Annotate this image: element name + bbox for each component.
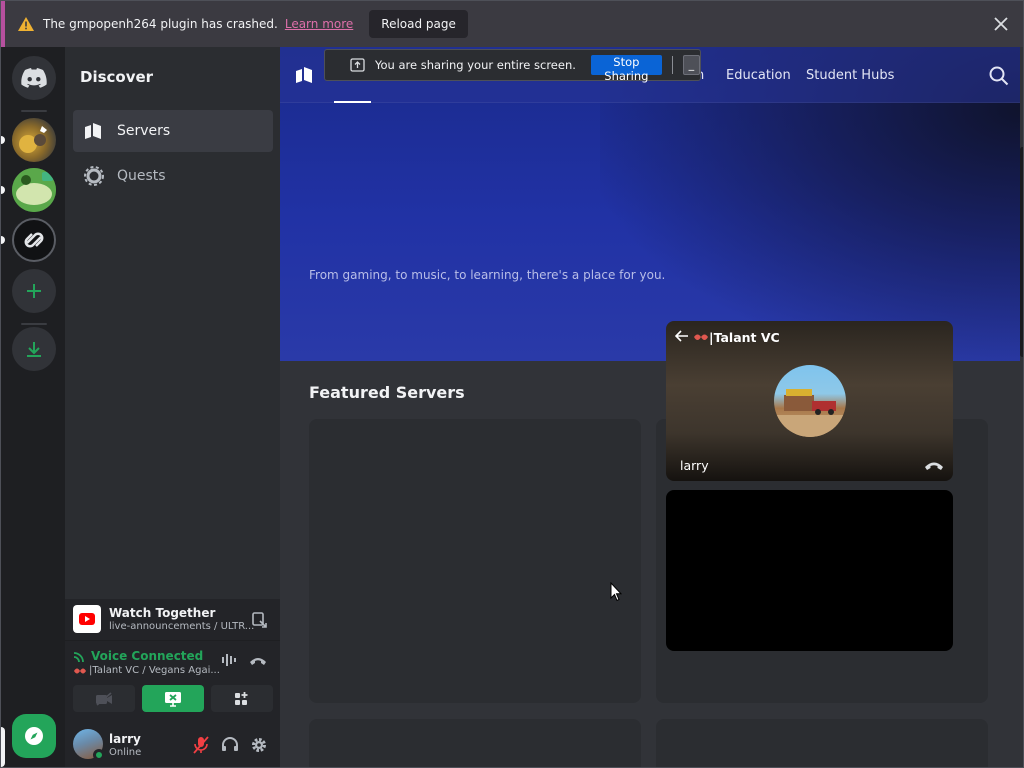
pip-channel-name: |Talant VC bbox=[709, 330, 780, 345]
voice-channel-name[interactable]: |Talant VC / Vegans Agai... bbox=[89, 665, 220, 676]
unread-indicator bbox=[1, 236, 5, 244]
channel-emoji-icon bbox=[693, 332, 709, 343]
download-apps-icon[interactable] bbox=[12, 327, 56, 371]
youtube-icon bbox=[73, 605, 101, 633]
sidebar-item-servers[interactable]: Servers bbox=[73, 110, 273, 152]
learn-more-link[interactable]: Learn more bbox=[285, 17, 353, 31]
screen-share-bar: You are sharing your entire screen. Stop… bbox=[324, 49, 701, 83]
active-tab-underline bbox=[334, 101, 371, 103]
voice-call-popout[interactable]: |Talant VC larry bbox=[666, 321, 953, 481]
search-icon[interactable] bbox=[989, 66, 1009, 86]
channel-emoji-icon bbox=[73, 666, 87, 676]
voice-connected-status[interactable]: Voice Connected bbox=[91, 649, 203, 663]
rail-separator bbox=[21, 323, 47, 325]
activities-button[interactable] bbox=[211, 685, 273, 712]
headphones-icon[interactable] bbox=[221, 736, 239, 752]
hero-subtitle: From gaming, to music, to learning, ther… bbox=[309, 268, 666, 282]
close-icon[interactable] bbox=[991, 14, 1011, 34]
servers-icon bbox=[295, 66, 315, 84]
user-status-text: Online bbox=[109, 747, 142, 758]
sharing-message: You are sharing your entire screen. bbox=[375, 58, 576, 72]
activity-title: Watch Together bbox=[109, 606, 216, 620]
server-avatar-1[interactable] bbox=[12, 118, 56, 162]
discover-compass-icon[interactable] bbox=[12, 714, 56, 758]
server-card[interactable] bbox=[656, 719, 988, 767]
gear-icon[interactable] bbox=[250, 736, 268, 754]
crash-message: The gmpopenh264 plugin has crashed. bbox=[43, 17, 278, 31]
back-arrow-icon[interactable] bbox=[675, 330, 689, 342]
unread-indicator bbox=[1, 136, 5, 144]
stop-sharing-button[interactable]: Stop Sharing bbox=[590, 55, 662, 83]
quests-icon bbox=[83, 165, 105, 187]
server-rail bbox=[1, 47, 65, 767]
disconnect-icon[interactable] bbox=[249, 656, 267, 666]
reload-page-button[interactable]: Reload page bbox=[369, 10, 468, 38]
divider bbox=[671, 56, 673, 74]
unread-indicator bbox=[1, 186, 5, 194]
avatar bbox=[774, 365, 846, 437]
featured-servers-heading: Featured Servers bbox=[309, 383, 465, 402]
disconnect-icon[interactable] bbox=[924, 460, 944, 471]
rail-separator bbox=[21, 110, 47, 112]
online-status-dot bbox=[93, 749, 105, 761]
minimize-share-bar-button[interactable]: _ bbox=[682, 55, 700, 75]
connection-signal-icon bbox=[73, 650, 87, 662]
main-scrollbar[interactable] bbox=[1020, 147, 1023, 357]
screen-share-preview[interactable] bbox=[666, 490, 953, 651]
warning-icon bbox=[17, 16, 35, 32]
pip-user-name: larry bbox=[680, 458, 709, 473]
open-activity-icon[interactable] bbox=[250, 610, 270, 630]
add-server-icon[interactable] bbox=[12, 269, 56, 313]
camera-off-button[interactable] bbox=[73, 685, 135, 712]
discord-window: The gmpopenh264 plugin has crashed. Lear… bbox=[0, 0, 1024, 768]
server-card[interactable] bbox=[309, 419, 641, 703]
server-avatar-link[interactable] bbox=[12, 218, 56, 262]
hero-banner: h Education Student Hubs From gaming, to… bbox=[280, 47, 1020, 361]
share-screen-icon bbox=[350, 58, 365, 72]
sidebar-item-quests[interactable]: Quests bbox=[73, 155, 273, 197]
servers-icon bbox=[83, 120, 105, 142]
sidebar-title: Discover bbox=[80, 68, 154, 86]
tab-student-hubs[interactable]: Student Hubs bbox=[806, 68, 894, 83]
server-avatar-vegans[interactable] bbox=[12, 168, 56, 212]
mouse-cursor-icon bbox=[610, 582, 622, 602]
activity-panel: Watch Together live-announcements / ULTR… bbox=[65, 599, 280, 641]
plugin-crash-banner: The gmpopenh264 plugin has crashed. Lear… bbox=[1, 1, 1023, 47]
sidebar-item-label: Quests bbox=[117, 168, 166, 184]
activity-subtitle: live-announcements / ULTR... bbox=[109, 621, 255, 632]
screen-share-button[interactable] bbox=[142, 685, 204, 712]
server-card[interactable] bbox=[309, 719, 641, 767]
tab-education[interactable]: Education bbox=[726, 68, 791, 83]
discord-home-icon[interactable] bbox=[12, 56, 56, 100]
noise-suppression-icon[interactable] bbox=[221, 653, 239, 667]
username[interactable]: larry bbox=[109, 732, 141, 746]
selected-indicator bbox=[1, 727, 5, 767]
microphone-muted-icon[interactable] bbox=[193, 736, 209, 754]
voice-status-panel: Voice Connected |Talant VC / Vegans Agai… bbox=[65, 641, 280, 719]
user-panel: larry Online bbox=[65, 719, 280, 767]
sidebar-item-label: Servers bbox=[117, 123, 171, 139]
